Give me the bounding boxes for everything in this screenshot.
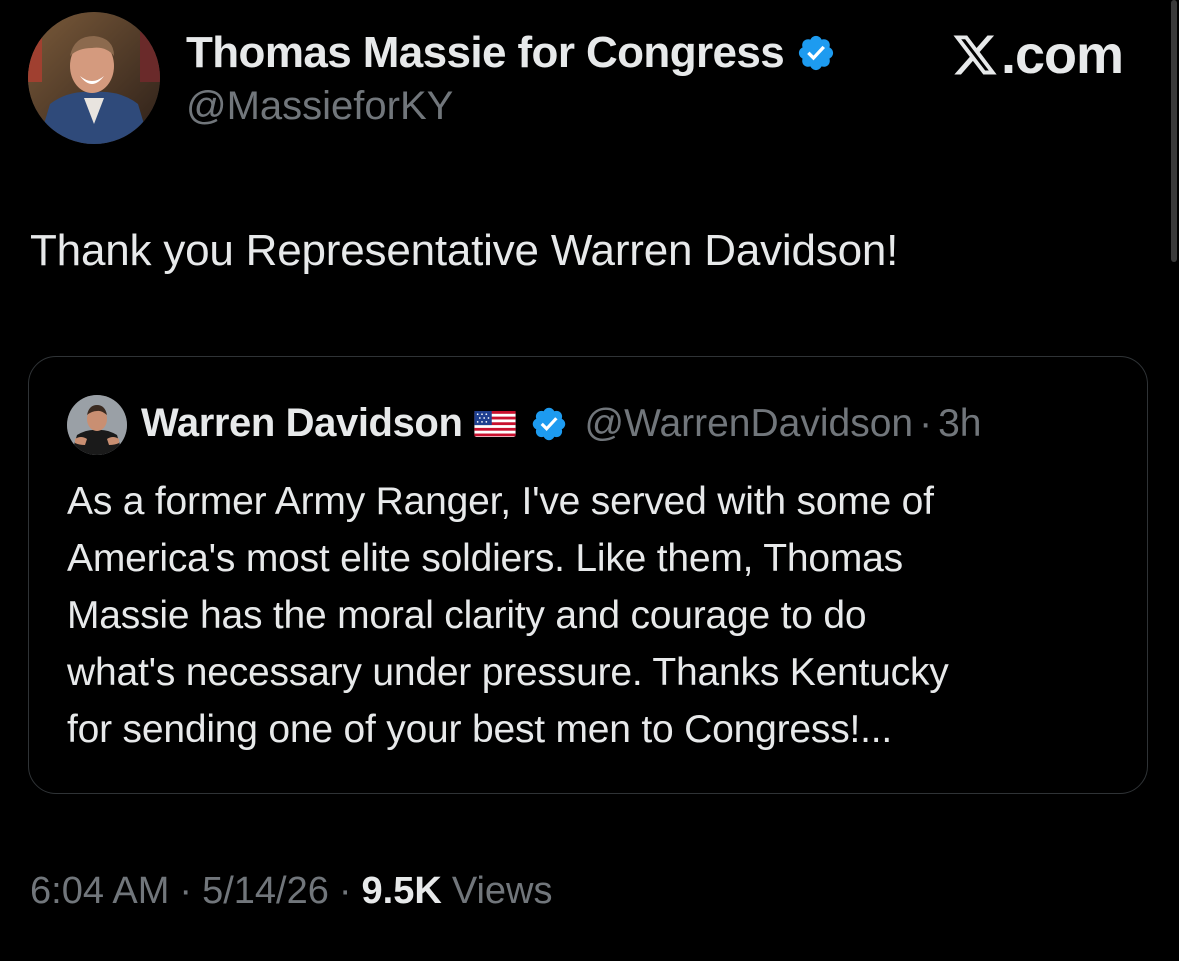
tweet-page: Thomas Massie for Congress @MassieforKY … — [0, 0, 1179, 961]
tweet-text: Thank you Representative Warren Davidson… — [30, 226, 899, 275]
quoted-tweet-header: Warren Davidson @WarrenDavidson · 3h — [141, 401, 981, 446]
quoted-author-avatar[interactable] — [67, 395, 127, 455]
quoted-author-handle[interactable]: @WarrenDavidson — [584, 402, 913, 446]
tweet-meta: 6:04 AM · 5/14/26 · 9.5K Views — [30, 870, 553, 913]
tweet-date[interactable]: 5/14/26 — [202, 870, 329, 913]
brand-domain-text: .com — [1000, 25, 1124, 85]
us-flag-icon — [474, 410, 517, 437]
x-logo-icon — [951, 31, 999, 79]
x-com-watermark: .com — [951, 24, 1124, 86]
quoted-tweet-text: As a former Army Ranger, I've served wit… — [67, 473, 1127, 758]
author-name[interactable]: Thomas Massie for Congress — [186, 28, 836, 78]
quoted-tweet-card[interactable]: Warren Davidson @WarrenDavidson · 3h As … — [28, 356, 1148, 794]
verified-badge-icon — [530, 405, 568, 443]
avatar-photo-icon — [67, 395, 127, 455]
quoted-author-name[interactable]: Warren Davidson — [141, 401, 463, 446]
tweet-time[interactable]: 6:04 AM — [30, 870, 169, 913]
views-label: Views — [451, 870, 553, 912]
header-separator: · — [919, 401, 933, 445]
quoted-text-line: for sending one of your best men to Cong… — [67, 708, 893, 751]
meta-separator: · — [338, 870, 352, 912]
verified-badge-icon — [796, 33, 836, 73]
quoted-text-line: what's necessary under pressure. Thanks … — [67, 651, 949, 694]
quoted-text-line: Massie has the moral clarity and courage… — [67, 594, 867, 637]
author-name-text: Thomas Massie for Congress — [186, 28, 785, 77]
author-avatar[interactable] — [28, 12, 160, 144]
quoted-text-line: America's most elite soldiers. Like them… — [67, 537, 903, 580]
quoted-tweet-time[interactable]: 3h — [938, 402, 981, 446]
meta-separator: · — [179, 870, 193, 912]
scrollbar[interactable] — [1171, 0, 1177, 262]
avatar-photo-icon — [28, 12, 160, 144]
author-handle[interactable]: @MassieforKY — [186, 84, 453, 129]
quoted-text-line: As a former Army Ranger, I've served wit… — [67, 480, 934, 523]
views-count[interactable]: 9.5K — [362, 870, 442, 913]
